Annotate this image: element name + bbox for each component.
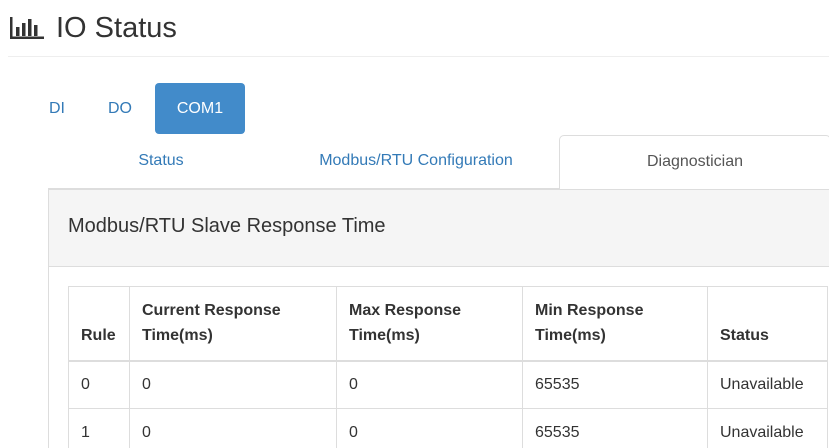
tab-diagnostician[interactable]: Diagnostician	[559, 135, 829, 190]
subtabs: Status Modbus/RTU Configuration Diagnost…	[48, 135, 829, 190]
header-status: Status	[707, 286, 828, 362]
table-header-row: Rule Current Response Time(ms) Max Respon…	[68, 286, 828, 362]
pill-di[interactable]: DI	[30, 83, 84, 134]
pill-com1[interactable]: COM1	[155, 83, 245, 134]
response-time-panel: Modbus/RTU Slave Response Time Rule Curr…	[48, 189, 829, 448]
tab-status[interactable]: Status	[48, 135, 274, 189]
panel-heading: Modbus/RTU Slave Response Time	[49, 190, 829, 267]
cell-max: 0	[336, 408, 523, 448]
table-row: 1 0 0 65535 Unavailable	[68, 408, 828, 448]
page-title: IO Status	[56, 12, 177, 44]
cell-current: 0	[129, 408, 337, 448]
page-header: IO Status	[8, 0, 829, 57]
header-current-response-time: Current Response Time(ms)	[129, 286, 337, 362]
cell-min: 65535	[522, 408, 708, 448]
response-time-table: Rule Current Response Time(ms) Max Respon…	[68, 286, 828, 448]
table-row: 0 0 0 65535 Unavailable	[68, 360, 828, 409]
header-min-response-time: Min Response Time(ms)	[522, 286, 708, 362]
cell-rule: 1	[68, 408, 130, 448]
panel-title: Modbus/RTU Slave Response Time	[68, 215, 386, 237]
cell-status: Unavailable	[707, 408, 828, 448]
cell-status: Unavailable	[707, 360, 828, 409]
cell-min: 65535	[522, 360, 708, 409]
header-rule: Rule	[68, 286, 130, 362]
cell-rule: 0	[68, 360, 130, 409]
pill-do[interactable]: DO	[90, 83, 150, 134]
bar-chart-icon	[10, 17, 44, 39]
tab-modbus-rtu-configuration[interactable]: Modbus/RTU Configuration	[274, 135, 558, 189]
cell-current: 0	[129, 360, 337, 409]
cell-max: 0	[336, 360, 523, 409]
header-max-response-time: Max Response Time(ms)	[336, 286, 523, 362]
